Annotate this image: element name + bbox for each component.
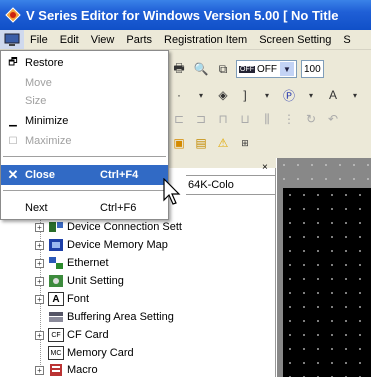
- menu-bar: File Edit View Parts Registration Item S…: [0, 30, 371, 50]
- fill-icon[interactable]: ◈: [214, 86, 232, 104]
- menu-item-move[interactable]: Move: [1, 73, 168, 93]
- image-icon[interactable]: ▣: [170, 134, 188, 152]
- grid-icon[interactable]: ⊞: [236, 134, 254, 152]
- restore-icon: 🗗: [8, 56, 18, 68]
- partial-tab-label: 64K-Colo: [186, 175, 276, 195]
- menu-parts[interactable]: Parts: [120, 34, 158, 46]
- expand-icon[interactable]: +: [35, 365, 44, 375]
- title-bar[interactable]: V Series Editor for Windows Version 5.00…: [0, 0, 371, 30]
- align-bottom-icon[interactable]: ⊔: [236, 110, 254, 128]
- screen-canvas[interactable]: [277, 158, 371, 377]
- system-menu-icon[interactable]: [0, 30, 24, 49]
- macro-icon: [48, 363, 64, 377]
- expand-icon[interactable]: +: [35, 276, 44, 286]
- toolbar-row-4: ▣ ▤ ⚠ ⊞: [170, 132, 254, 154]
- memory-map-icon: [48, 238, 64, 252]
- line-style-icon[interactable]: ·: [170, 86, 188, 104]
- menu-s[interactable]: S: [337, 34, 356, 46]
- distribute-v-icon[interactable]: ⋮: [280, 110, 298, 128]
- chevron-down-icon[interactable]: ▾: [192, 86, 210, 104]
- menu-view[interactable]: View: [85, 34, 121, 46]
- menu-screen-setting[interactable]: Screen Setting: [253, 34, 337, 46]
- menu-item-size[interactable]: Size: [1, 91, 168, 111]
- rotate-icon[interactable]: ↻: [302, 110, 320, 128]
- screen-area[interactable]: [283, 188, 371, 377]
- tree-item-macro[interactable]: + Macro: [35, 361, 98, 377]
- panel-close-icon[interactable]: ×: [262, 162, 268, 173]
- off-select[interactable]: OFF OFF ▼: [236, 60, 297, 78]
- memory-card-icon: MC: [48, 346, 64, 360]
- expand-icon[interactable]: +: [35, 330, 44, 340]
- close-icon: ✕: [7, 167, 19, 182]
- menu-separator: [3, 156, 166, 157]
- warning-icon[interactable]: ⚠: [214, 134, 232, 152]
- bracket-icon[interactable]: ]: [236, 86, 254, 104]
- align-left-icon[interactable]: ⊏: [170, 110, 188, 128]
- align-top-icon[interactable]: ⊓: [214, 110, 232, 128]
- pattern-icon[interactable]: Ⓟ: [280, 86, 298, 104]
- menu-item-restore[interactable]: 🗗 Restore: [1, 53, 168, 73]
- unit-setting-icon: [48, 274, 64, 288]
- toolbar-row-3: ⊏ ⊐ ⊓ ⊔ ⫼ ⋮ ↻ ↶: [170, 108, 342, 130]
- menu-separator: [3, 190, 166, 191]
- ethernet-icon: [48, 256, 64, 270]
- text-icon[interactable]: A: [324, 86, 342, 104]
- tree-item-device-memory-map[interactable]: + Device Memory Map: [35, 236, 168, 254]
- maximize-icon: ☐: [8, 135, 18, 147]
- undo-icon[interactable]: ↶: [324, 110, 342, 128]
- menu-item-close[interactable]: ✕ Close Ctrl+F4: [1, 165, 168, 185]
- mouse-cursor-icon: [162, 177, 184, 209]
- print-icon[interactable]: 🖶: [170, 60, 188, 78]
- zoom-icon[interactable]: 🔍: [192, 60, 210, 78]
- distribute-h-icon[interactable]: ⫼: [258, 110, 276, 128]
- pages-icon[interactable]: ⧉: [214, 60, 232, 78]
- expand-icon[interactable]: +: [35, 240, 44, 250]
- off-icon: OFF: [239, 65, 255, 73]
- chevron-down-icon[interactable]: ▾: [302, 86, 320, 104]
- tree-item-font[interactable]: + A Font: [35, 290, 89, 308]
- tree-item-cf-card[interactable]: + CF CF Card: [35, 326, 109, 344]
- menu-item-minimize[interactable]: ▁ Minimize: [1, 111, 168, 131]
- system-menu: 🗗 Restore Move Size ▁ Minimize ☐ Maximiz…: [0, 50, 169, 220]
- menu-item-next[interactable]: Next Ctrl+F6: [1, 198, 168, 218]
- expand-icon[interactable]: +: [35, 294, 44, 304]
- tree-item-buffering-area[interactable]: Buffering Area Setting: [35, 308, 174, 326]
- tree-item-unit-setting[interactable]: + Unit Setting: [35, 272, 124, 290]
- toolbar-row-1: 🖶 🔍 ⧉ OFF OFF ▼ 100: [170, 58, 324, 80]
- expand-icon[interactable]: +: [35, 258, 44, 268]
- chart-icon[interactable]: ▤: [192, 134, 210, 152]
- align-right-icon[interactable]: ⊐: [192, 110, 210, 128]
- chevron-down-icon[interactable]: ▾: [258, 86, 276, 104]
- menu-file[interactable]: File: [24, 34, 54, 46]
- tree-item-ethernet[interactable]: + Ethernet: [35, 254, 109, 272]
- expand-icon[interactable]: +: [35, 222, 44, 232]
- cf-card-icon: CF: [48, 328, 64, 342]
- app-icon[interactable]: [4, 6, 22, 24]
- menu-item-maximize[interactable]: ☐ Maximize: [1, 131, 168, 151]
- zoom-select[interactable]: 100: [301, 60, 324, 78]
- chevron-down-icon[interactable]: ▼: [280, 62, 294, 76]
- menu-edit[interactable]: Edit: [54, 34, 85, 46]
- menu-registration-item[interactable]: Registration Item: [158, 34, 253, 46]
- tree-item-memory-card[interactable]: MC Memory Card: [35, 344, 134, 362]
- window-title: V Series Editor for Windows Version 5.00…: [26, 7, 339, 23]
- minimize-icon: ▁: [9, 115, 17, 127]
- device-connection-icon: [48, 220, 64, 234]
- chevron-down-icon[interactable]: ▾: [346, 86, 364, 104]
- font-icon: A: [48, 292, 64, 306]
- tree-item-device-connection[interactable]: + Device Connection Sett: [35, 218, 182, 236]
- toolbar-row-2: · ▾ ◈ ] ▾ Ⓟ ▾ A ▾: [170, 84, 364, 106]
- buffering-icon: [48, 310, 64, 324]
